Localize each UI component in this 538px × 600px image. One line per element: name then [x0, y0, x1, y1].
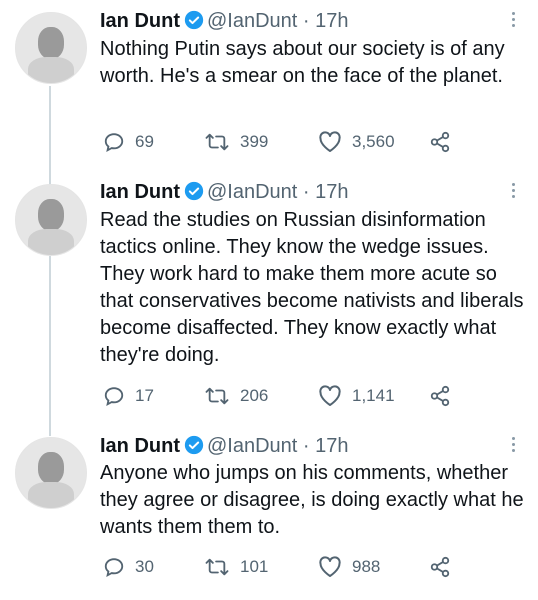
reply-icon — [104, 133, 124, 153]
retweet-count: 101 — [240, 557, 269, 576]
share-button[interactable] — [428, 383, 452, 409]
retweet-button[interactable]: 101 — [204, 554, 268, 580]
retweet-icon — [205, 387, 229, 405]
heart-icon — [319, 131, 341, 152]
like-button[interactable]: 1,141 — [318, 383, 395, 409]
tweet-header: Ian Dunt @IanDunt · 17h — [100, 9, 349, 33]
verified-badge-icon — [184, 181, 204, 201]
tweet-thread: Ian Dunt @IanDunt · 17h Nothing Putin say… — [0, 0, 538, 600]
tweet-text: Read the studies on Russian disinformati… — [100, 209, 524, 366]
tweet-time[interactable]: · 17h — [303, 435, 349, 457]
reply-button[interactable]: 17 — [103, 383, 154, 409]
more-options-icon[interactable] — [510, 183, 516, 198]
heart-icon — [319, 556, 341, 577]
avatar[interactable] — [15, 437, 87, 509]
share-icon — [430, 131, 450, 153]
reply-button[interactable]: 30 — [103, 554, 154, 580]
retweet-button[interactable]: 399 — [204, 129, 268, 155]
reply-count: 69 — [135, 132, 154, 151]
retweet-count: 206 — [240, 386, 269, 405]
avatar[interactable] — [15, 184, 87, 256]
tweet-text: Nothing Putin says about our society is … — [100, 38, 505, 87]
avatar[interactable] — [15, 12, 87, 84]
reply-count: 17 — [135, 386, 154, 405]
reply-button[interactable]: 69 — [103, 129, 154, 155]
like-count: 3,560 — [352, 132, 395, 151]
author-name[interactable]: Ian Dunt — [100, 181, 180, 203]
share-button[interactable] — [428, 554, 452, 580]
more-options-icon[interactable] — [510, 437, 516, 452]
reply-count: 30 — [135, 557, 154, 576]
tweet-time[interactable]: · 17h — [303, 181, 349, 203]
like-count: 1,141 — [352, 386, 395, 405]
author-name[interactable]: Ian Dunt — [100, 10, 180, 32]
author-handle[interactable]: @IanDunt — [207, 10, 297, 32]
retweet-icon — [205, 133, 229, 151]
retweet-count: 399 — [240, 132, 269, 151]
more-options-icon[interactable] — [510, 12, 516, 27]
share-icon — [430, 556, 450, 578]
like-button[interactable]: 3,560 — [318, 129, 395, 155]
heart-icon — [319, 385, 341, 406]
tweet-text: Anyone who jumps on his comments, whethe… — [100, 462, 524, 538]
verified-badge-icon — [184, 10, 204, 30]
tweet-actions: 69 399 3,560 — [100, 129, 480, 155]
thread-line — [49, 86, 51, 186]
author-name[interactable]: Ian Dunt — [100, 435, 180, 457]
tweet-header: Ian Dunt @IanDunt · 17h — [100, 434, 349, 458]
author-handle[interactable]: @IanDunt — [207, 435, 297, 457]
reply-icon — [104, 387, 124, 407]
tweet-actions: 17 206 1,141 — [100, 383, 480, 409]
author-handle[interactable]: @IanDunt — [207, 181, 297, 203]
tweet-time[interactable]: · 17h — [303, 10, 349, 32]
verified-badge-icon — [184, 435, 204, 455]
thread-line — [49, 256, 51, 436]
share-icon — [430, 385, 450, 407]
tweet-actions: 30 101 988 — [100, 554, 480, 580]
retweet-button[interactable]: 206 — [204, 383, 268, 409]
reply-icon — [104, 558, 124, 578]
retweet-icon — [205, 558, 229, 576]
like-count: 988 — [352, 557, 381, 576]
like-button[interactable]: 988 — [318, 554, 380, 580]
tweet-header: Ian Dunt @IanDunt · 17h — [100, 180, 349, 204]
share-button[interactable] — [428, 129, 452, 155]
